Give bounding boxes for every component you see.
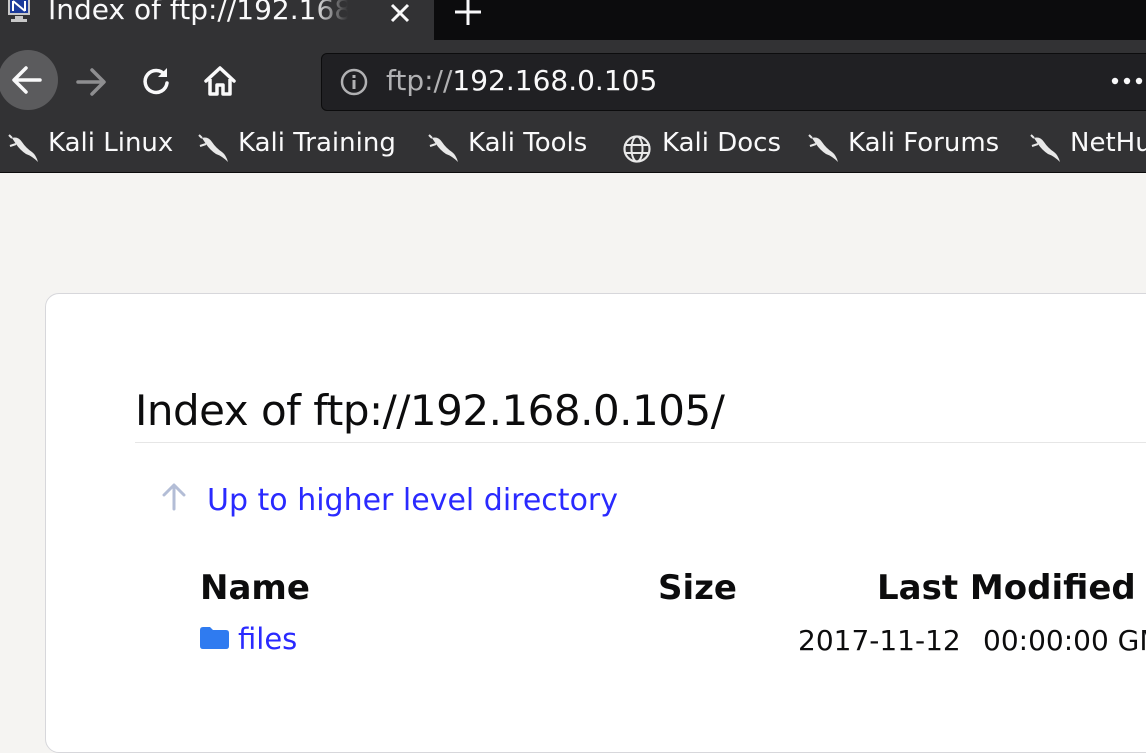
up-directory-link[interactable]: Up to higher level directory [207,483,618,518]
column-header-last-modified[interactable]: Last Modified [877,568,1136,608]
bookmark-label: Kali Tools [468,128,588,158]
url-bar[interactable]: ftp://192.168.0.105 [321,53,1146,111]
nav-toolbar: ftp://192.168.0.105 [0,40,1146,124]
bookmark-label: Kali Training [238,128,396,158]
folder-icon [200,627,229,649]
plus-icon[interactable] [453,0,483,27]
file-link-files[interactable]: files [238,622,297,656]
bookmark-label: Kali Docs [662,128,782,158]
title-divider [135,442,1146,443]
ellipsis-icon[interactable] [1110,66,1146,96]
close-icon[interactable] [387,0,413,26]
kali-dragon-icon [1030,134,1060,162]
reload-icon[interactable] [140,65,172,97]
url-scheme: ftp:// [386,64,453,97]
bookmark-label: Kali Forums [848,128,1000,158]
kali-dragon-icon [428,134,458,162]
kali-dragon-icon [8,134,38,162]
info-icon[interactable] [340,68,368,96]
directory-listing-card [45,293,1146,753]
url-host: 192.168.0.105 [452,64,658,97]
kali-dragon-icon [808,134,838,162]
column-header-size[interactable]: Size [658,568,737,608]
bookmark-label: NetHunter [1070,128,1146,158]
arrow-left-icon [12,66,42,94]
tab-title: Index of ftp://192.168.0.105/ [48,0,348,26]
url-text[interactable]: ftp://192.168.0.105 [386,64,657,97]
arrow-up-icon [162,483,186,511]
column-header-name[interactable]: Name [200,568,310,608]
globe-icon [623,135,651,163]
tab-active[interactable]: Index of ftp://192.168.0.105/ [0,0,435,40]
back-button[interactable] [0,50,58,110]
modified-date: 2017-11-12 [798,624,961,657]
kali-dragon-icon [198,134,228,162]
tab-strip: Index of ftp://192.168.0.105/ [0,0,1146,40]
arrow-right-icon[interactable] [74,66,108,98]
monitor-icon [8,0,30,22]
modified-time: 00:00:00 GMT [983,624,1146,657]
bookmark-label: Kali Linux [48,128,174,158]
page-title: Index of ftp://192.168.0.105/ [135,386,725,435]
bookmarks-toolbar: Kali Linux Kali Training Kali Tools Kali… [0,124,1146,173]
home-icon[interactable] [203,64,237,98]
